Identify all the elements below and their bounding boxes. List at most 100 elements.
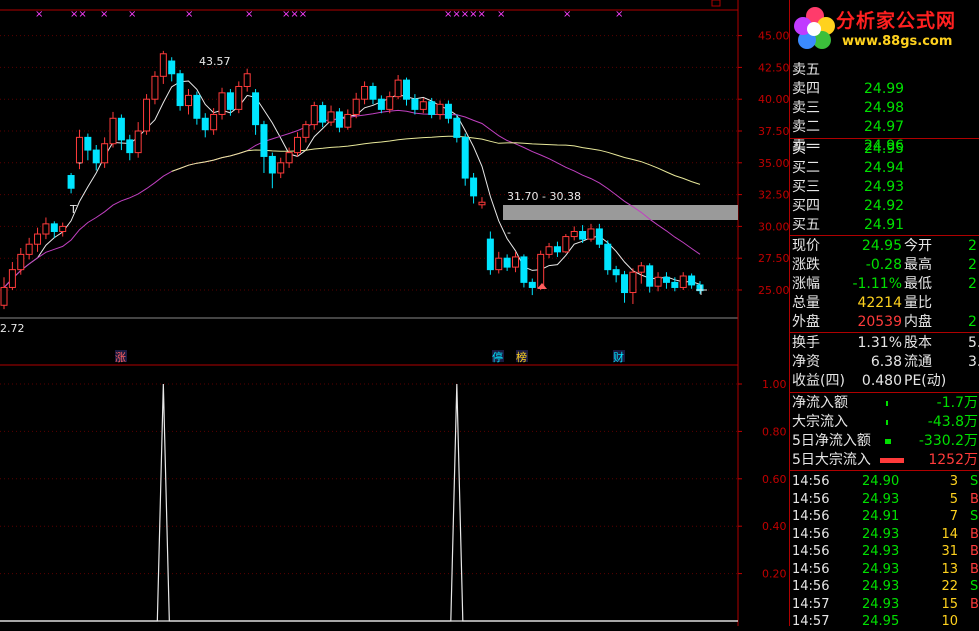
top-marker: × bbox=[245, 9, 253, 20]
tick-volume: 3 bbox=[949, 474, 958, 489]
candle[interactable] bbox=[361, 81, 369, 105]
bid-price: 24.92 bbox=[864, 198, 905, 214]
candle[interactable] bbox=[495, 251, 503, 274]
fund-value: 1.31% bbox=[857, 335, 902, 351]
event-tag-zhang[interactable]: 涨 bbox=[115, 351, 126, 364]
candle[interactable] bbox=[478, 197, 486, 209]
candle[interactable] bbox=[654, 272, 662, 292]
candle[interactable] bbox=[352, 92, 360, 119]
candle[interactable] bbox=[461, 133, 469, 186]
candle[interactable] bbox=[235, 81, 243, 114]
candle[interactable] bbox=[243, 68, 251, 92]
candle[interactable] bbox=[268, 152, 276, 189]
candle[interactable] bbox=[377, 95, 385, 114]
fund-value: 0.480 bbox=[861, 373, 902, 389]
candle[interactable] bbox=[42, 217, 50, 240]
candle[interactable] bbox=[570, 226, 578, 241]
candle[interactable] bbox=[252, 89, 260, 135]
candle[interactable] bbox=[528, 278, 536, 296]
candle[interactable] bbox=[386, 91, 394, 114]
quote-value-2: 2 bbox=[968, 238, 977, 254]
candle[interactable] bbox=[662, 272, 670, 289]
candle[interactable] bbox=[17, 248, 25, 275]
ask-label: 卖二 bbox=[792, 119, 820, 135]
candle[interactable] bbox=[470, 172, 478, 204]
candle[interactable] bbox=[604, 240, 612, 275]
candle[interactable] bbox=[92, 144, 100, 171]
candle[interactable] bbox=[486, 231, 494, 275]
candle[interactable] bbox=[444, 100, 452, 124]
candle[interactable] bbox=[637, 262, 645, 284]
candle[interactable] bbox=[0, 277, 8, 310]
candle[interactable] bbox=[218, 87, 226, 120]
candle[interactable] bbox=[612, 265, 620, 283]
candle[interactable] bbox=[369, 82, 377, 105]
candle[interactable] bbox=[696, 281, 704, 294]
candlesticks[interactable] bbox=[0, 50, 704, 310]
candle[interactable] bbox=[260, 120, 268, 173]
ask-label: 卖三 bbox=[792, 100, 820, 116]
candle[interactable] bbox=[117, 114, 125, 151]
candle[interactable] bbox=[67, 172, 75, 194]
candle[interactable] bbox=[168, 57, 176, 82]
candle[interactable] bbox=[503, 254, 511, 271]
candle[interactable] bbox=[84, 133, 92, 161]
candle[interactable] bbox=[126, 134, 134, 161]
candle[interactable] bbox=[184, 89, 192, 115]
bid-price: 24.94 bbox=[864, 160, 905, 176]
candle[interactable] bbox=[419, 97, 427, 114]
candle[interactable] bbox=[562, 234, 570, 254]
candle[interactable] bbox=[310, 101, 318, 130]
candle[interactable] bbox=[453, 114, 461, 143]
candle[interactable] bbox=[688, 273, 696, 289]
candle[interactable] bbox=[520, 254, 528, 288]
tick-side: B bbox=[970, 596, 979, 612]
candle[interactable] bbox=[201, 113, 209, 138]
flow-value: -43.8万 bbox=[927, 414, 978, 430]
candle[interactable] bbox=[403, 77, 411, 106]
candle[interactable] bbox=[193, 91, 201, 125]
candle[interactable] bbox=[344, 109, 352, 130]
candle[interactable] bbox=[302, 120, 310, 143]
candle[interactable] bbox=[319, 101, 327, 128]
candle[interactable] bbox=[151, 71, 159, 105]
candle[interactable] bbox=[595, 223, 603, 249]
flow-label: 5日大宗流入 bbox=[792, 452, 871, 468]
kline-chart[interactable]: 45.00 42.50 40.00 37.50 35.00 32.50 30.00 27.50… bbox=[0, 0, 789, 626]
candle[interactable] bbox=[621, 270, 629, 303]
event-tag-bang[interactable]: 榜 bbox=[516, 350, 527, 364]
candle[interactable] bbox=[646, 263, 654, 293]
candle[interactable] bbox=[679, 272, 687, 290]
candle[interactable] bbox=[176, 69, 184, 111]
candle[interactable] bbox=[629, 268, 637, 304]
candle[interactable] bbox=[8, 262, 16, 290]
top-marker: × bbox=[615, 9, 623, 20]
top-marker: × bbox=[563, 9, 571, 20]
candle[interactable] bbox=[25, 237, 33, 260]
candle[interactable] bbox=[50, 221, 58, 238]
candle[interactable] bbox=[277, 157, 285, 179]
indicator-tick-label: 0.40 bbox=[762, 520, 787, 533]
tick-time: 14:57 bbox=[792, 614, 830, 629]
candle[interactable] bbox=[109, 111, 117, 148]
candle[interactable] bbox=[293, 132, 301, 157]
candle[interactable] bbox=[159, 50, 167, 84]
quote-panel: 分析家公式网 www.88gs.com 卖五 卖四 24.99 卖三 24.98 卖二 24… bbox=[789, 0, 979, 629]
candle[interactable] bbox=[134, 122, 142, 158]
candle[interactable] bbox=[335, 108, 343, 133]
candle[interactable] bbox=[553, 241, 561, 257]
price-gridlines bbox=[0, 35, 738, 291]
quote-value: 20539 bbox=[857, 314, 902, 330]
candle[interactable] bbox=[143, 94, 151, 135]
quote-label-2: 今开 bbox=[904, 238, 932, 254]
candle[interactable] bbox=[34, 227, 42, 252]
candle[interactable] bbox=[394, 75, 402, 100]
candle[interactable] bbox=[101, 137, 109, 168]
candle[interactable] bbox=[59, 222, 67, 237]
candle[interactable] bbox=[428, 97, 436, 119]
candle[interactable] bbox=[436, 100, 444, 120]
candle[interactable] bbox=[411, 94, 419, 115]
candle[interactable] bbox=[545, 242, 553, 259]
event-tag-ting[interactable]: 停 bbox=[492, 350, 503, 364]
event-tag-cai[interactable]: 财 bbox=[613, 350, 624, 364]
